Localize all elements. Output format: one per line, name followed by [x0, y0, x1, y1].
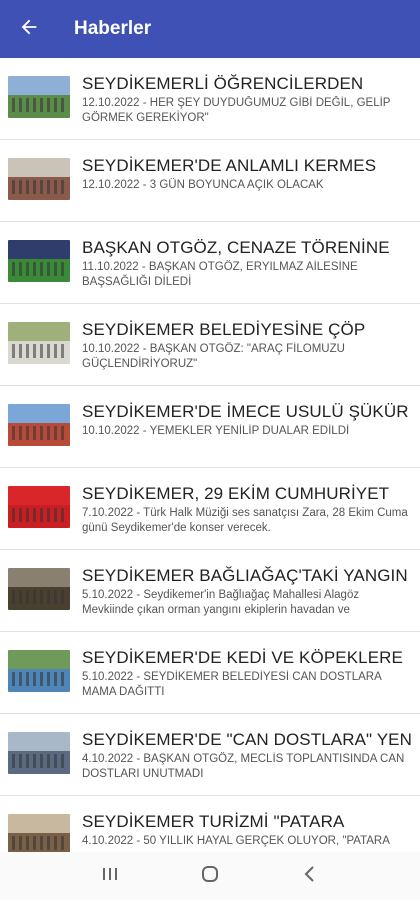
news-title: SEYDİKEMER TURİZMİ "PATARA — [82, 812, 345, 831]
page-title: Haberler — [74, 18, 152, 39]
news-text: SEYDİKEMER TURİZMİ "PATARA 4.10.2022 - 50… — [82, 812, 412, 849]
news-thumbnail — [8, 240, 70, 282]
news-text: SEYDİKEMER BAĞLIAĞAÇ'TAKİ YANGIN 5.10.202… — [82, 566, 412, 618]
news-description: 12.10.2022 - HER ŞEY DUYDUĞUMUZ GİBİ DEĞ… — [82, 97, 391, 124]
news-title: BAŞKAN OTGÖZ, CENAZE TÖRENİNE — [82, 238, 390, 257]
news-description: 5.10.2022 - Seydikemer'in Bağlıağaç Maha… — [82, 589, 360, 616]
news-list-item[interactable]: SEYDİKEMER'DE İMECE USULÜ ŞÜKÜR 10.10.202… — [0, 386, 420, 468]
news-thumbnail — [8, 732, 70, 774]
news-list-item[interactable]: SEYDİKEMER BELEDİYESİNE ÇÖP 10.10.2022 - … — [0, 304, 420, 386]
news-description: 12.10.2022 - 3 GÜN BOYUNCA AÇIK OLACAK — [82, 179, 324, 191]
news-thumbnail — [8, 486, 70, 528]
news-description: 7.10.2022 - Türk Halk Müziği ses sanatçı… — [82, 507, 408, 534]
news-description: 4.10.2022 - 50 YILLIK HAYAL GERÇEK OLUYO… — [82, 835, 390, 847]
news-thumbnail — [8, 650, 70, 692]
home-icon — [200, 864, 220, 889]
news-title: SEYDİKEMER BELEDİYESİNE ÇÖP — [82, 320, 366, 339]
news-text: BAŞKAN OTGÖZ, CENAZE TÖRENİNE 11.10.2022 … — [82, 238, 412, 290]
news-thumbnail — [8, 158, 70, 200]
news-thumbnail — [8, 404, 70, 446]
news-text: SEYDİKEMER, 29 EKİM CUMHURİYET 7.10.2022 … — [82, 484, 412, 536]
news-description: 11.10.2022 - BAŞKAN OTGÖZ, ERYILMAZ AİLE… — [82, 261, 358, 288]
news-list-item[interactable]: SEYDİKEMER BAĞLIAĞAÇ'TAKİ YANGIN 5.10.202… — [0, 550, 420, 632]
home-button[interactable] — [190, 856, 230, 896]
nav-back-icon — [301, 865, 319, 888]
news-list-item[interactable]: SEYDİKEMER, 29 EKİM CUMHURİYET 7.10.2022 … — [0, 468, 420, 550]
news-title: SEYDİKEMER, 29 EKİM CUMHURİYET — [82, 484, 390, 503]
news-list-item[interactable]: SEYDİKEMER TURİZMİ "PATARA 4.10.2022 - 50… — [0, 796, 420, 858]
news-title: SEYDİKEMER'DE ANLAMLI KERMES — [82, 156, 377, 175]
news-title: SEYDİKEMER'DE "CAN DOSTLARA" YENİ — [82, 730, 412, 749]
arrow-back-icon — [18, 16, 40, 43]
news-list-item[interactable]: SEYDİKEMER'DE "CAN DOSTLARA" YENİ 4.10.20… — [0, 714, 420, 796]
news-list-item[interactable]: BAŞKAN OTGÖZ, CENAZE TÖRENİNE 11.10.2022 … — [0, 222, 420, 304]
news-description: 5.10.2022 - SEYDİKEMER BELEDİYESİ CAN DO… — [82, 671, 382, 698]
news-text: SEYDİKEMER'DE ANLAMLI KERMES 12.10.2022 -… — [82, 156, 412, 193]
recents-icon — [101, 865, 119, 888]
news-title: SEYDİKEMERLİ ÖĞRENCİLERDEN — [82, 74, 364, 93]
news-description: 10.10.2022 - YEMEKLER YENİLİP DUALAR EDİ… — [82, 425, 350, 437]
news-description: 4.10.2022 - BAŞKAN OTGÖZ, MECLİS TOPLANT… — [82, 753, 405, 780]
news-thumbnail — [8, 568, 70, 610]
news-title: SEYDİKEMER BAĞLIAĞAÇ'TAKİ YANGIN — [82, 566, 408, 585]
news-text: SEYDİKEMER'DE "CAN DOSTLARA" YENİ 4.10.20… — [82, 730, 412, 782]
nav-back-button[interactable] — [290, 856, 330, 896]
system-navigation-bar — [0, 852, 420, 900]
news-list[interactable]: SEYDİKEMERLİ ÖĞRENCİLERDEN 12.10.2022 - H… — [0, 58, 420, 858]
recents-button[interactable] — [90, 856, 130, 896]
news-thumbnail — [8, 322, 70, 364]
news-text: SEYDİKEMERLİ ÖĞRENCİLERDEN 12.10.2022 - H… — [82, 74, 412, 126]
news-thumbnail — [8, 76, 70, 118]
news-text: SEYDİKEMER BELEDİYESİNE ÇÖP 10.10.2022 - … — [82, 320, 412, 372]
news-title: SEYDİKEMER'DE İMECE USULÜ ŞÜKÜR — [82, 402, 409, 421]
news-list-item[interactable]: SEYDİKEMER'DE KEDİ VE KÖPEKLERE 5.10.2022… — [0, 632, 420, 714]
news-list-item[interactable]: SEYDİKEMER'DE ANLAMLI KERMES 12.10.2022 -… — [0, 140, 420, 222]
news-text: SEYDİKEMER'DE KEDİ VE KÖPEKLERE 5.10.2022… — [82, 648, 412, 700]
app-bar: Haberler — [0, 0, 420, 58]
news-text: SEYDİKEMER'DE İMECE USULÜ ŞÜKÜR 10.10.202… — [82, 402, 412, 439]
news-description: 10.10.2022 - BAŞKAN OTGÖZ: "ARAÇ FİLOMUZ… — [82, 343, 345, 370]
news-thumbnail — [8, 814, 70, 856]
back-button[interactable] — [0, 0, 58, 58]
news-title: SEYDİKEMER'DE KEDİ VE KÖPEKLERE — [82, 648, 403, 667]
news-list-item[interactable]: SEYDİKEMERLİ ÖĞRENCİLERDEN 12.10.2022 - H… — [0, 58, 420, 140]
